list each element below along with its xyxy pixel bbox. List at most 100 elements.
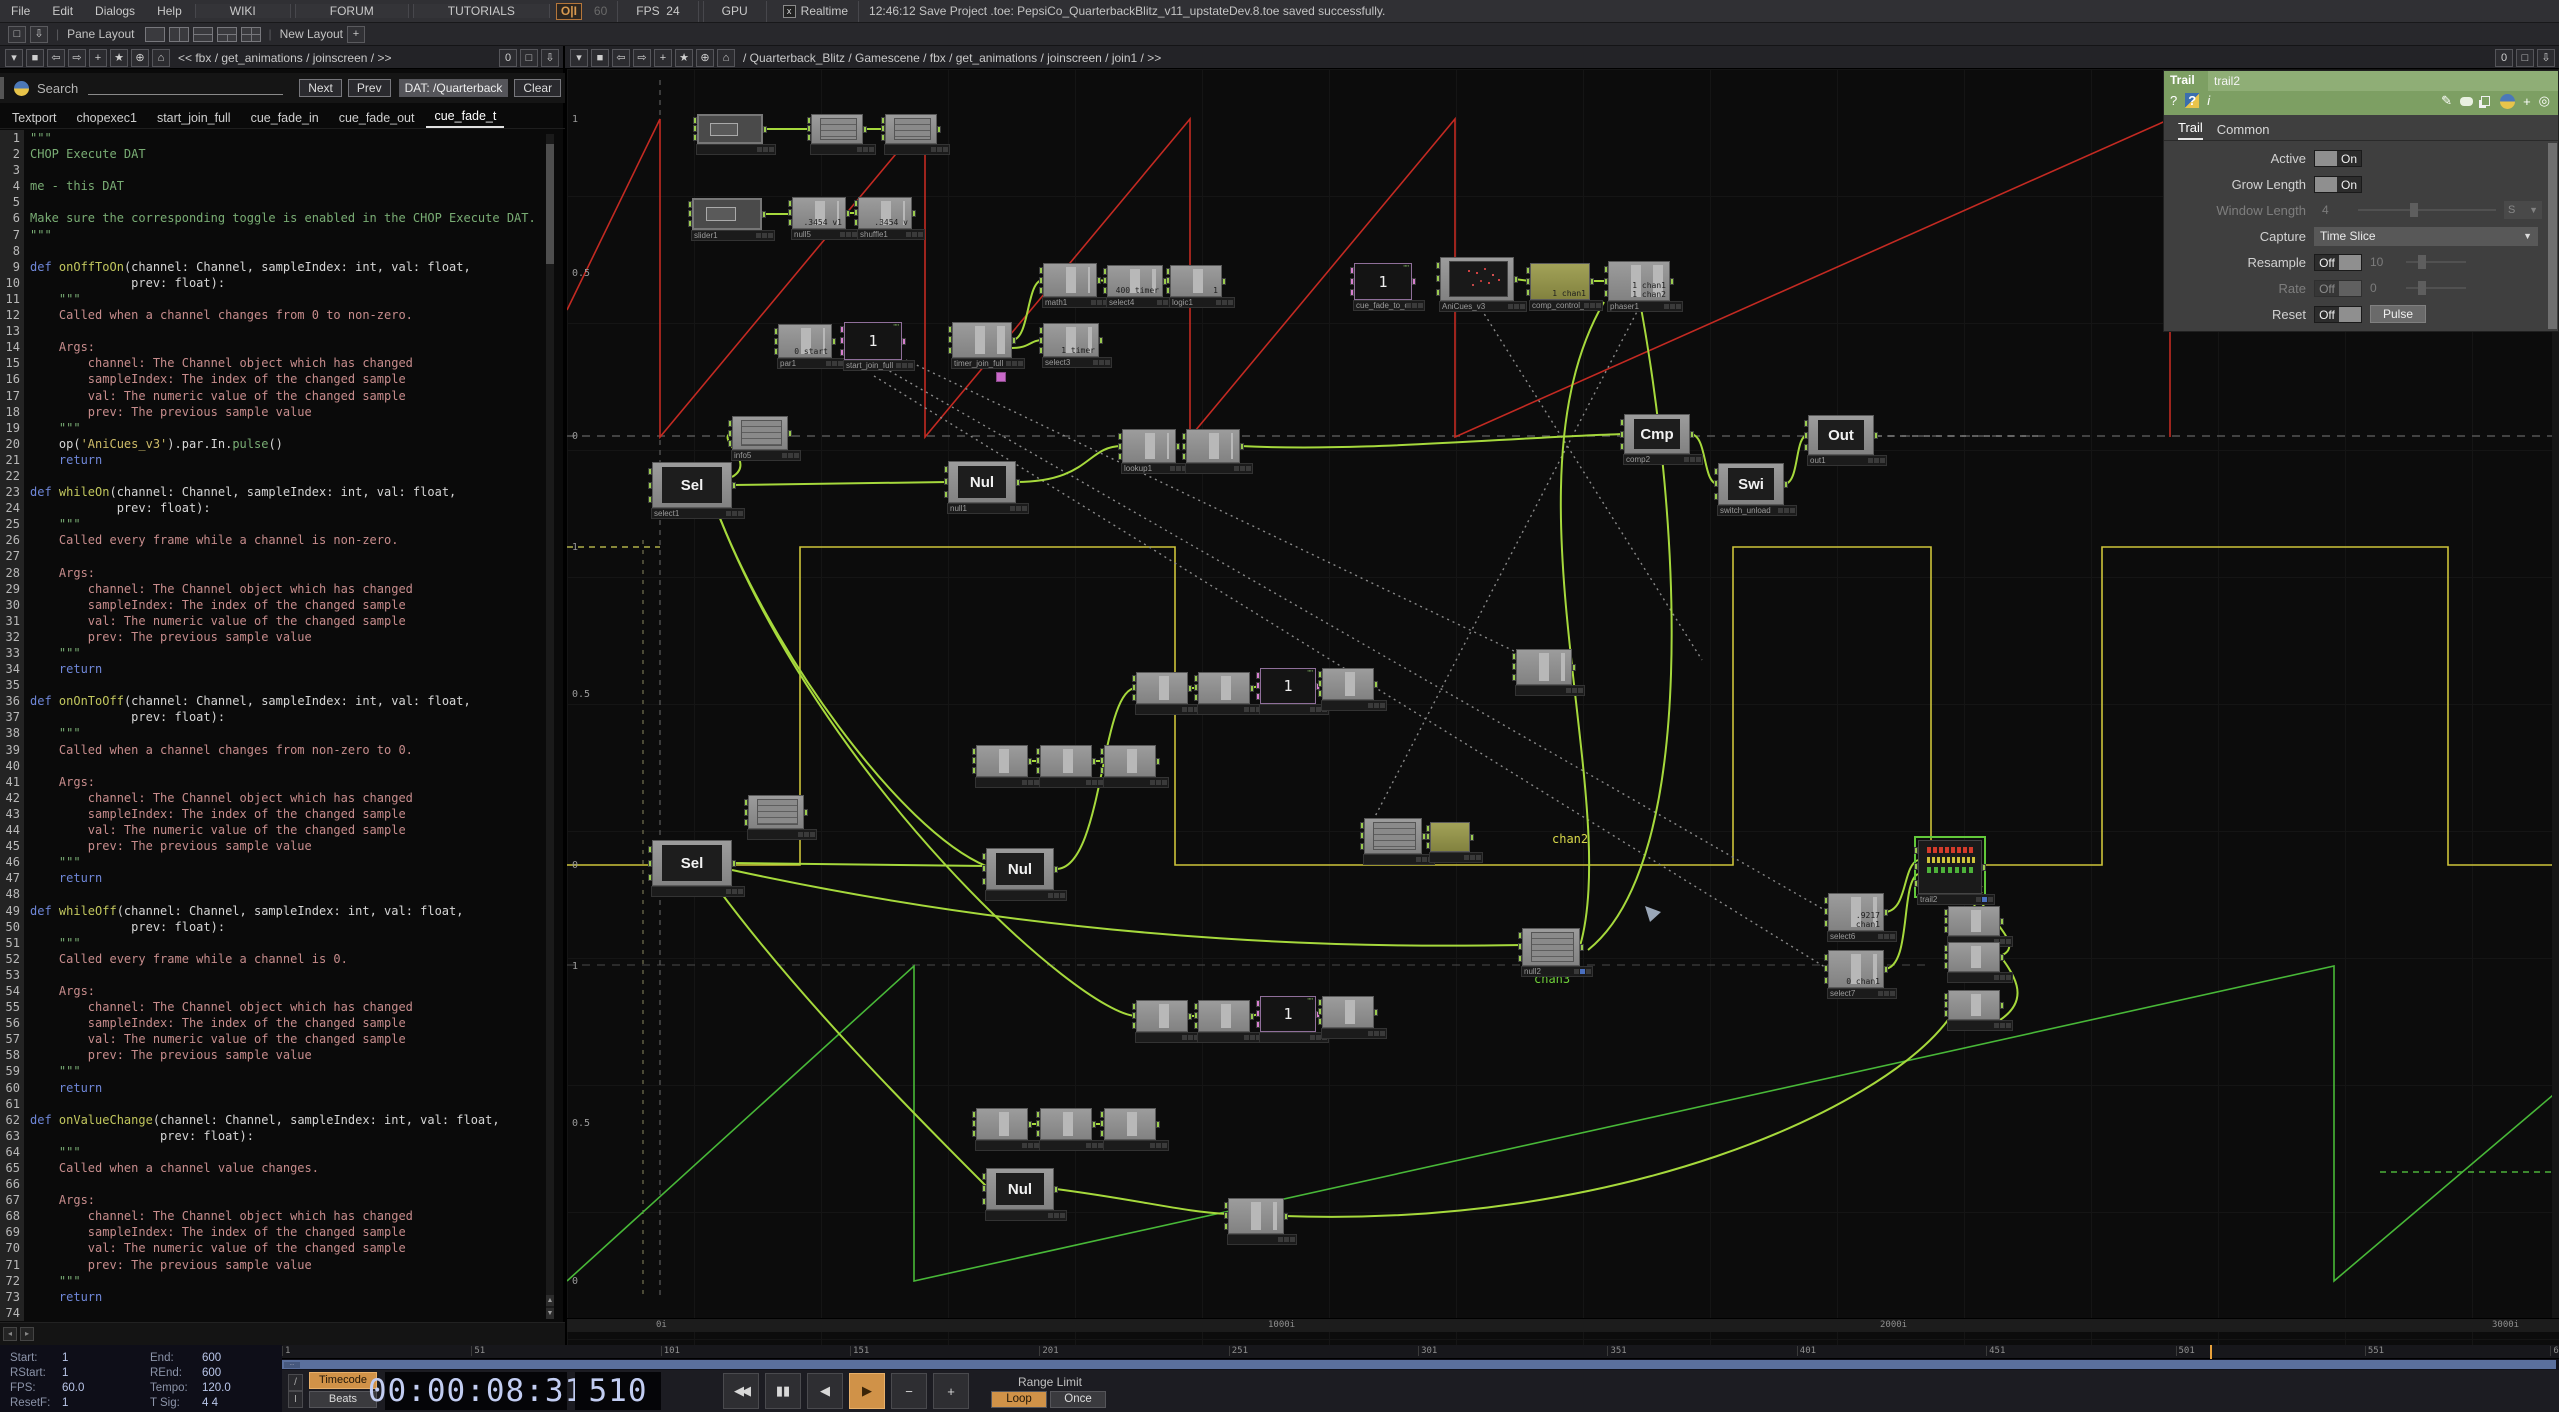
- node-flag[interactable]: [1380, 703, 1385, 708]
- node-flag[interactable]: [1018, 361, 1023, 366]
- node-flag[interactable]: [1092, 780, 1097, 785]
- node-select6[interactable]: .9217 chan1select6: [1828, 893, 1884, 931]
- node-flag[interactable]: [1250, 707, 1255, 712]
- node-flag[interactable]: [1988, 897, 1993, 902]
- node-chop[interactable]: [1104, 745, 1156, 777]
- layout-preset-v-icon[interactable]: [169, 27, 189, 42]
- node-chop[interactable]: [1228, 1198, 1284, 1234]
- node-chop[interactable]: [1948, 990, 2000, 1020]
- node-flag[interactable]: [1574, 969, 1579, 974]
- info-value[interactable]: 1: [62, 1397, 68, 1409]
- node-flag[interactable]: [1097, 300, 1102, 305]
- node-flag[interactable]: [1890, 934, 1895, 939]
- node-flag[interactable]: [1048, 893, 1053, 898]
- node-chop[interactable]: [1136, 1000, 1188, 1032]
- node-lookup1[interactable]: lookup1: [1122, 429, 1176, 463]
- node-flag[interactable]: [798, 832, 803, 837]
- help-icon[interactable]: ?: [2170, 93, 2177, 108]
- node-chop[interactable]: [811, 114, 863, 144]
- dock-icon[interactable]: ⇩: [541, 49, 559, 67]
- menu-edit[interactable]: Edit: [41, 4, 84, 18]
- zoom-fit-icon[interactable]: ⊕: [131, 49, 149, 67]
- node-flag[interactable]: [1696, 457, 1701, 462]
- node-flag[interactable]: [1586, 969, 1591, 974]
- link-button-forum[interactable]: FORUM: [295, 4, 409, 18]
- comment-icon[interactable]: [2460, 97, 2473, 106]
- scroll-right-icon[interactable]: ▸: [20, 1327, 34, 1341]
- param-slider[interactable]: [2358, 209, 2496, 211]
- node-flag[interactable]: [1580, 969, 1585, 974]
- node-chop[interactable]: 1"": [1260, 996, 1316, 1032]
- node-null1[interactable]: Nulnull1: [948, 461, 1016, 503]
- node-flag[interactable]: [1022, 506, 1027, 511]
- info-icon[interactable]: i: [2207, 93, 2210, 108]
- parameter-scrollbar[interactable]: [2548, 143, 2557, 329]
- frame-display[interactable]: 510: [575, 1372, 661, 1410]
- node-flag[interactable]: [1476, 855, 1481, 860]
- node-null5[interactable]: .3454 v1null5: [792, 197, 846, 229]
- node-flag[interactable]: [762, 233, 767, 238]
- node-flag[interactable]: [1664, 304, 1669, 309]
- node-flag[interactable]: [1676, 304, 1681, 309]
- node-flag[interactable]: [902, 363, 907, 368]
- node-flag[interactable]: [1418, 303, 1423, 308]
- node-flag[interactable]: [1566, 688, 1571, 693]
- node-flag[interactable]: [1878, 934, 1883, 939]
- link-button-wiki[interactable]: WIKI: [195, 4, 291, 18]
- timecode-mode-button[interactable]: Timecode: [309, 1372, 377, 1389]
- stop-icon[interactable]: ■: [26, 49, 44, 67]
- node-chop[interactable]: [1136, 672, 1188, 704]
- node-info5[interactable]: info5: [732, 416, 788, 450]
- toggle-rate[interactable]: Off: [2314, 280, 2362, 297]
- node-flag[interactable]: [810, 832, 815, 837]
- node-flag[interactable]: [1093, 360, 1098, 365]
- target-icon[interactable]: ◎: [2539, 93, 2550, 109]
- node-flag[interactable]: [1784, 508, 1789, 513]
- play-button[interactable]: ▶: [849, 1373, 885, 1409]
- node-flag[interactable]: [1244, 707, 1249, 712]
- pulse-button[interactable]: Pulse: [2370, 305, 2426, 323]
- node-flag[interactable]: [1310, 1035, 1315, 1040]
- node-flag[interactable]: [1670, 304, 1675, 309]
- node-trail2[interactable]: trail2: [1918, 840, 1982, 894]
- info-value[interactable]: 1: [62, 1367, 68, 1379]
- node-Sel[interactable]: Sel: [652, 840, 732, 886]
- node-comp_control_join[interactable]: 1 chan1comp_control_join: [1530, 263, 1590, 300]
- node-flag[interactable]: [732, 889, 737, 894]
- toggle-grow-length[interactable]: On: [2314, 176, 2362, 193]
- node-flag[interactable]: [912, 232, 917, 237]
- float-icon[interactable]: □: [2516, 49, 2534, 67]
- tab-cue_fade_t[interactable]: cue_fade_t: [426, 106, 504, 128]
- param-tab-trail[interactable]: Trail: [2178, 120, 2203, 140]
- increment-button[interactable]: +: [933, 1373, 969, 1409]
- node-flag[interactable]: [782, 453, 787, 458]
- pause-button[interactable]: ▮▮: [765, 1373, 801, 1409]
- node-flag[interactable]: [1216, 300, 1221, 305]
- node-flag[interactable]: [794, 453, 799, 458]
- param-slider[interactable]: [2406, 287, 2466, 289]
- node-flag[interactable]: [1578, 688, 1583, 693]
- search-input[interactable]: [88, 81, 283, 95]
- node-chop[interactable]: [748, 795, 804, 829]
- node-flag[interactable]: [1012, 361, 1017, 366]
- node-flag[interactable]: [1054, 893, 1059, 898]
- node-flag[interactable]: [1884, 934, 1889, 939]
- menu-help[interactable]: Help: [146, 4, 193, 18]
- info-value[interactable]: 600: [202, 1352, 221, 1364]
- node-flag[interactable]: [1878, 991, 1883, 996]
- node-chop[interactable]: [885, 114, 937, 144]
- node-flag[interactable]: [1156, 780, 1161, 785]
- home-icon[interactable]: ⌂: [152, 49, 170, 67]
- forward-icon[interactable]: ⇨: [633, 49, 651, 67]
- node-flag[interactable]: [1006, 361, 1011, 366]
- pane-menu-icon[interactable]: ▾: [570, 49, 588, 67]
- dropdown-capture[interactable]: Time Slice▼: [2314, 227, 2538, 246]
- node-flag[interactable]: [1150, 780, 1155, 785]
- node-flag[interactable]: [1092, 1143, 1097, 1148]
- toggle-resample[interactable]: Off: [2314, 254, 2362, 271]
- node-flag[interactable]: [1182, 1035, 1187, 1040]
- node-chop[interactable]: [996, 372, 1006, 382]
- node-flag[interactable]: [1310, 707, 1315, 712]
- node-switch_unload[interactable]: Swiswitch_unload: [1718, 463, 1784, 505]
- node-flag[interactable]: [1470, 855, 1475, 860]
